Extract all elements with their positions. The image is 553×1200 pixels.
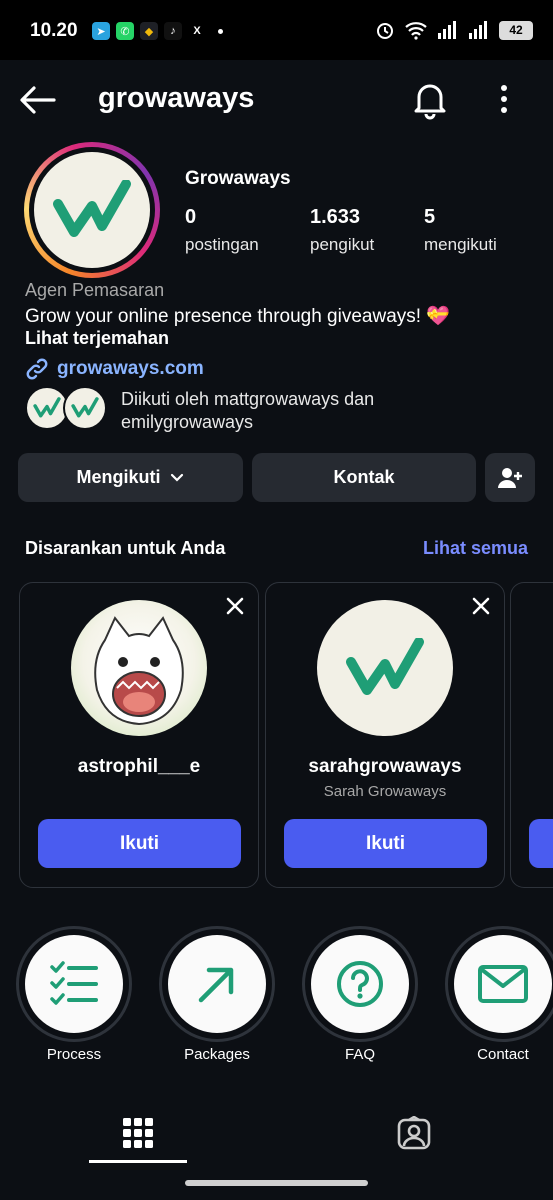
x-icon: X [188, 22, 206, 40]
binance-icon: ◆ [140, 22, 158, 40]
follow-button[interactable]: Ikuti [284, 819, 487, 868]
alarm-icon [377, 23, 393, 39]
follow-button[interactable] [529, 819, 553, 868]
stat-value: 5 [424, 206, 436, 228]
growaways-logo-icon [33, 397, 61, 418]
checklist-icon [50, 961, 98, 1005]
cat-drawing-icon [94, 616, 184, 726]
notifications-button[interactable] [410, 78, 450, 120]
question-icon [337, 961, 383, 1007]
suggestion-avatar[interactable] [71, 600, 207, 736]
suggestion-username: sarahgrowaways [308, 756, 462, 777]
tab-grid[interactable] [88, 1098, 188, 1168]
mutual-avatar [63, 386, 107, 430]
tagged-icon [397, 1116, 431, 1150]
dismiss-button[interactable] [224, 595, 246, 617]
following-button[interactable]: Mengikuti [18, 453, 243, 502]
more-notifications-icon [218, 28, 223, 34]
dismiss-button[interactable] [470, 595, 492, 617]
close-icon [226, 597, 244, 615]
telegram-icon: ➤ [92, 22, 110, 40]
home-indicator[interactable] [185, 1180, 368, 1186]
close-icon [472, 597, 490, 615]
highlight-label: FAQ [344, 1046, 375, 1063]
profile-screen: growaways Growaways 0 postingan 1.633 pe… [0, 60, 553, 1200]
profile-bio: Grow your online presence through giveaw… [25, 306, 450, 327]
contact-label: Kontak [333, 467, 395, 487]
status-bar: 10.20 ➤ ✆ ◆ ♪ X 42 [0, 0, 553, 60]
profile-category: Agen Pemasaran [25, 280, 165, 300]
arrow-up-right-icon [198, 967, 234, 1003]
stat-label: pengikut [310, 235, 375, 254]
active-tab-indicator [89, 1160, 187, 1163]
more-vertical-icon [501, 85, 507, 113]
suggestion-card[interactable]: astrophil___e Ikuti [19, 582, 259, 888]
stat-followers[interactable]: 1.633 pengikut [310, 206, 374, 255]
website-text: growaways.com [57, 358, 204, 379]
link-icon [26, 358, 48, 380]
translate-link[interactable]: Lihat terjemahan [25, 328, 169, 349]
grid-icon [123, 1118, 153, 1148]
mail-icon [478, 965, 528, 1003]
stat-posts[interactable]: 0 postingan [185, 206, 259, 255]
signal-icon [438, 21, 456, 39]
website-link[interactable]: growaways.com [25, 357, 204, 381]
suggestion-avatar[interactable] [317, 600, 453, 736]
highlight-process[interactable]: Process [16, 926, 132, 1063]
highlight-label: Contact [477, 1046, 529, 1063]
growaways-logo-icon [53, 180, 131, 237]
suggestion-card[interactable]: sarahgrowaways Sarah Growaways Ikuti [265, 582, 505, 888]
profile-username: growaways [98, 82, 255, 114]
growaways-logo-icon [71, 397, 99, 418]
chevron-down-icon [170, 473, 183, 482]
battery-icon: 42 [499, 20, 533, 40]
growaways-logo-icon [346, 638, 424, 695]
bell-icon [414, 84, 446, 120]
suggested-title: Disarankan untuk Anda [25, 538, 226, 558]
suggestion-username: astrophil___e [77, 756, 201, 777]
tab-tagged[interactable] [364, 1098, 464, 1168]
notification-icons: ➤ ✆ ◆ ♪ X [92, 22, 223, 40]
wifi-icon [405, 22, 427, 40]
status-time: 10.20 [30, 20, 78, 41]
highlight-label: Packages [184, 1046, 250, 1063]
see-all-link[interactable]: Lihat semua [423, 538, 528, 559]
profile-tabs [0, 1098, 553, 1168]
highlight-label: Process [46, 1046, 102, 1063]
contact-button[interactable]: Kontak [252, 453, 476, 502]
following-label: Mengikuti [76, 467, 161, 487]
highlight-faq[interactable]: FAQ [302, 926, 418, 1063]
whatsapp-icon: ✆ [116, 22, 134, 40]
more-options-button[interactable] [490, 82, 518, 116]
followed-by-text: Diikuti oleh mattgrowaways dan emilygrow… [121, 389, 375, 432]
suggestion-card-partial[interactable] [510, 582, 553, 888]
profile-avatar[interactable] [24, 142, 160, 278]
stat-label: mengikuti [424, 235, 497, 254]
highlight-packages[interactable]: Packages [159, 926, 275, 1063]
back-arrow-icon [20, 86, 56, 114]
back-button[interactable] [18, 82, 58, 118]
signal-icon [469, 21, 487, 39]
stat-value: 1.633 [310, 206, 361, 228]
add-user-icon [498, 467, 522, 488]
tiktok-icon: ♪ [164, 22, 182, 40]
top-bar: growaways [0, 60, 553, 140]
stat-value: 0 [185, 206, 197, 228]
follow-button[interactable]: Ikuti [38, 819, 241, 868]
suggestion-subtitle: Sarah Growaways [323, 783, 447, 800]
stat-label: postingan [185, 235, 259, 254]
suggest-people-button[interactable] [485, 453, 535, 502]
stat-following[interactable]: 5 mengikuti [424, 206, 497, 255]
display-name: Growaways [185, 168, 291, 189]
highlight-contact[interactable]: Contact [445, 926, 553, 1063]
